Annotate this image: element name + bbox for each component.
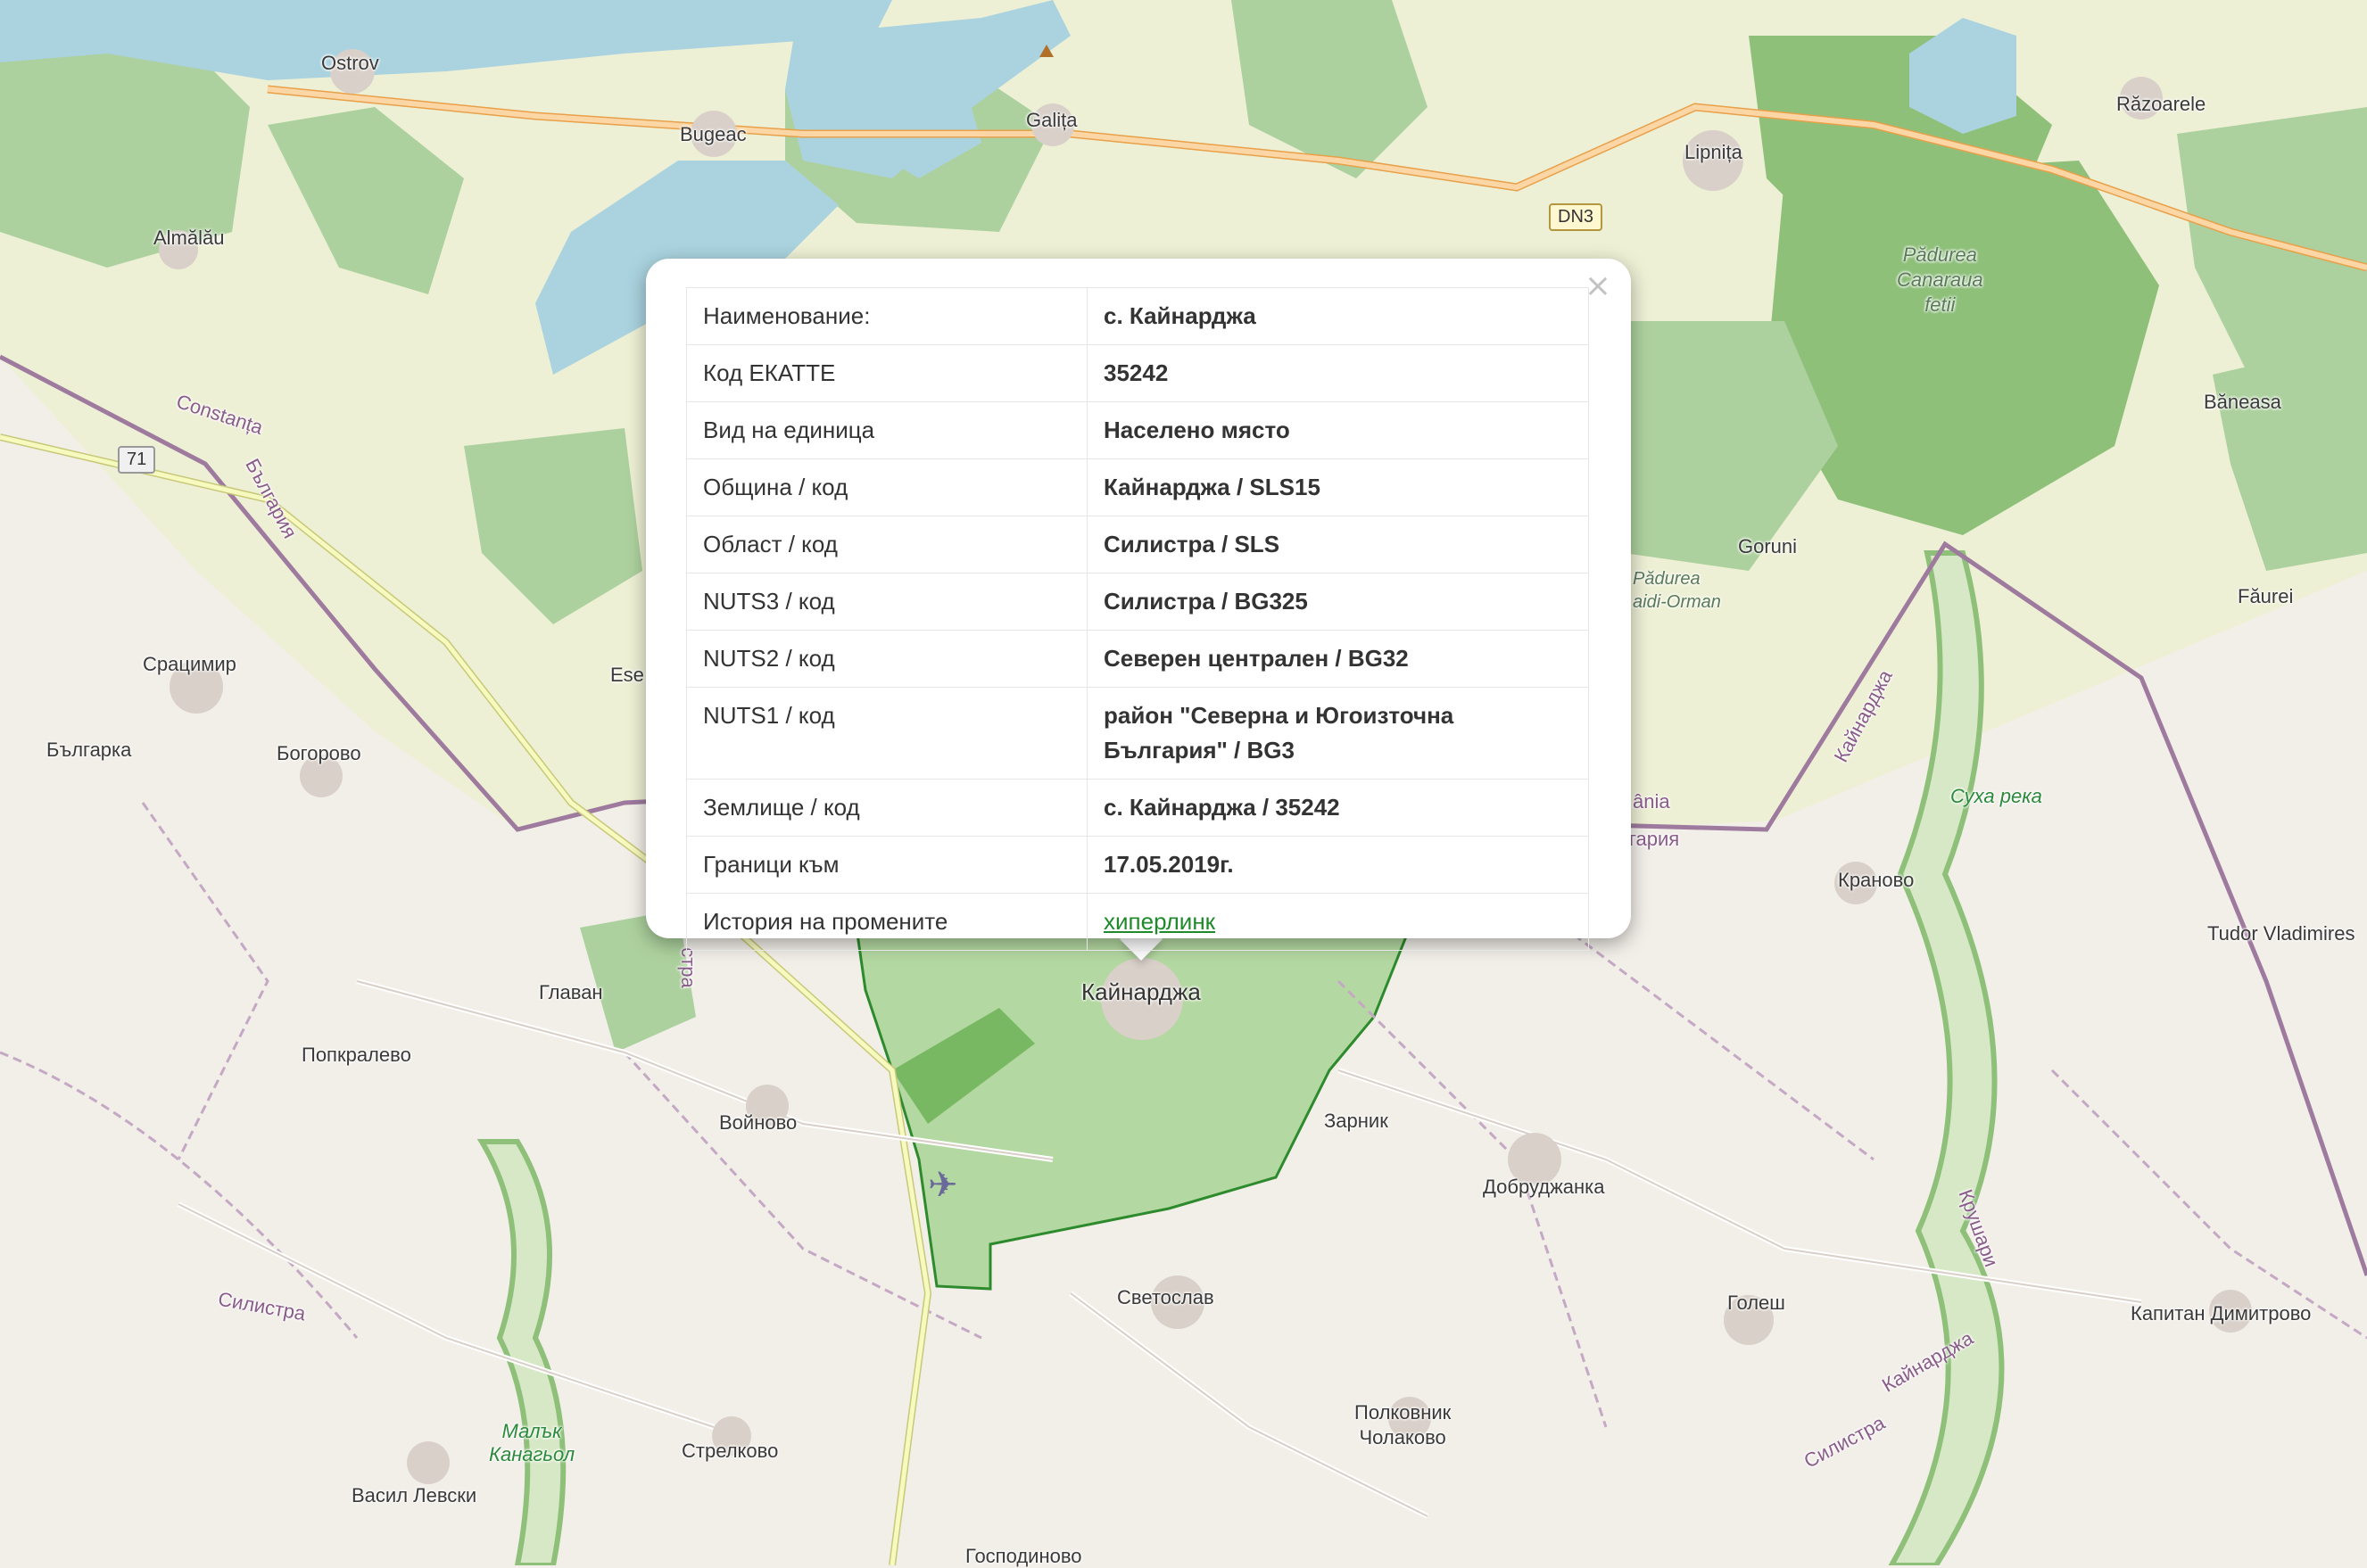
label-popkralevo: Попкралево	[302, 1044, 411, 1066]
label-zarnik: Зарник	[1324, 1110, 1388, 1132]
label-tudor: Tudor Vladimires	[2207, 922, 2355, 945]
label-suha-reka: Суха река	[1950, 785, 2042, 807]
label-malak-1: Малък	[501, 1420, 562, 1442]
label-svetoslav: Светослав	[1117, 1286, 1214, 1308]
table-row: Вид на единица Населено място	[686, 401, 1589, 459]
row-value: район "Северна и Югоизточна България" / …	[1087, 687, 1589, 780]
label-razoarele: Răzoarele	[2116, 93, 2206, 115]
label-bugeac: Bugeac	[680, 123, 747, 145]
table-row: Наименование: с. Кайнарджа	[686, 287, 1589, 345]
label-golesh: Голеш	[1727, 1292, 1785, 1314]
row-value: Северен централен / BG32	[1087, 630, 1589, 688]
table-row: NUTS1 / код район "Северна и Югоизточна Б…	[686, 687, 1589, 780]
row-key: Код ЕКАТТЕ	[686, 344, 1088, 402]
label-baneasa: Băneasa	[2204, 391, 2281, 413]
label-sratsimir: Срацимир	[143, 653, 236, 675]
label-lipnita: Lipnița	[1684, 141, 1742, 163]
label-bogorovo: Богорово	[277, 742, 361, 764]
label-krnovo: Краново	[1838, 869, 1915, 891]
label-dobrudzhanka: Добруджанка	[1483, 1176, 1605, 1198]
label-galita: Galița	[1026, 109, 1078, 131]
table-row: Землище / код с. Кайнарджа / 35242	[686, 779, 1589, 837]
row-key: NUTS2 / код	[686, 630, 1088, 688]
road-shield-71: 71	[118, 446, 156, 474]
label-balgarka: Българка	[46, 739, 132, 761]
label-padurea-b-2: aidi-Orman	[1633, 592, 1721, 612]
row-key: Област / код	[686, 516, 1088, 574]
row-key: Граници към	[686, 836, 1088, 894]
table-row: Код ЕКАТТЕ 35242	[686, 344, 1589, 402]
label-padurea-3: fetii	[1924, 293, 1956, 316]
row-value: с. Кайнарджа	[1087, 287, 1589, 345]
row-key: NUTS1 / код	[686, 687, 1088, 780]
label-strelkovo: Стрелково	[682, 1440, 779, 1462]
label-gospodinovo: Господиново	[965, 1545, 1082, 1567]
attributes-table: Наименование: с. Кайнарджа Код ЕКАТТЕ 35242…	[686, 287, 1589, 951]
history-link[interactable]: хиперлинк	[1104, 908, 1215, 935]
label-padurea-b: Pădurea aidi-Orman	[1633, 567, 1721, 614]
row-value: Силистра / BG325	[1087, 573, 1589, 631]
row-key: Наименование:	[686, 287, 1088, 345]
row-key: NUTS3 / код	[686, 573, 1088, 631]
row-key: Община / код	[686, 458, 1088, 516]
label-malak-kanagyol: Малък Канагьол	[489, 1420, 575, 1466]
row-value: 35242	[1087, 344, 1589, 402]
label-malak-2: Канагьол	[489, 1443, 575, 1465]
label-mania: ânia	[1633, 790, 1670, 813]
road-shield-dn3: DN3	[1549, 203, 1603, 231]
row-value: хиперлинк	[1087, 893, 1589, 951]
label-almalau: Almălău	[153, 227, 225, 249]
row-key: История на промените	[686, 893, 1088, 951]
row-value: Силистра / SLS	[1087, 516, 1589, 574]
label-padurea-2: Canaraua	[1897, 268, 1983, 291]
row-value: Кайнарджа / SLS15	[1087, 458, 1589, 516]
label-polkovnik-2: Чолаково	[1359, 1426, 1446, 1448]
table-row: Община / код Кайнарджа / SLS15	[686, 458, 1589, 516]
row-value: 17.05.2019г.	[1087, 836, 1589, 894]
info-popup: × Наименование: с. Кайнарджа Код ЕКАТТЕ 352…	[646, 259, 1631, 951]
label-polkovnik: Полковник Чолаково	[1354, 1400, 1451, 1450]
label-padurea-canaraua: Pădurea Canaraua fetii	[1897, 243, 1983, 318]
table-row: История на промените хиперлинк	[686, 893, 1589, 951]
row-value: Населено място	[1087, 401, 1589, 459]
label-padurea-1: Pădurea	[1902, 243, 1977, 266]
table-row: NUTS2 / код Северен централен / BG32	[686, 630, 1589, 688]
label-silistra-vert: стра	[676, 947, 699, 988]
label-polkovnik-1: Полковник	[1354, 1401, 1452, 1424]
label-kaynardzha-town: Кайнарджа	[1081, 978, 1201, 1005]
table-row: Област / код Силистра / SLS	[686, 516, 1589, 574]
label-kapitan: Капитан Димитрово	[2131, 1302, 2312, 1325]
table-row: NUTS3 / код Силистра / BG325	[686, 573, 1589, 631]
airport-icon: ✈	[928, 1165, 958, 1206]
label-faurei: Făurei	[2238, 585, 2294, 607]
label-gariya: гария	[1629, 828, 1680, 850]
label-padurea-b-1: Pădurea	[1633, 569, 1701, 589]
label-ostrov: Ostrov	[321, 52, 379, 74]
table-row: Граници към 17.05.2019г.	[686, 836, 1589, 894]
label-voynovo: Войново	[719, 1111, 798, 1134]
label-ese: Ese	[610, 664, 644, 686]
label-glavan: Главан	[539, 981, 603, 1003]
label-goruni: Goruni	[1738, 535, 1798, 557]
row-key: Землище / код	[686, 779, 1088, 837]
row-key: Вид на единица	[686, 401, 1088, 459]
label-vasil-levski: Васил Левски	[352, 1484, 477, 1506]
row-value: с. Кайнарджа / 35242	[1087, 779, 1589, 837]
